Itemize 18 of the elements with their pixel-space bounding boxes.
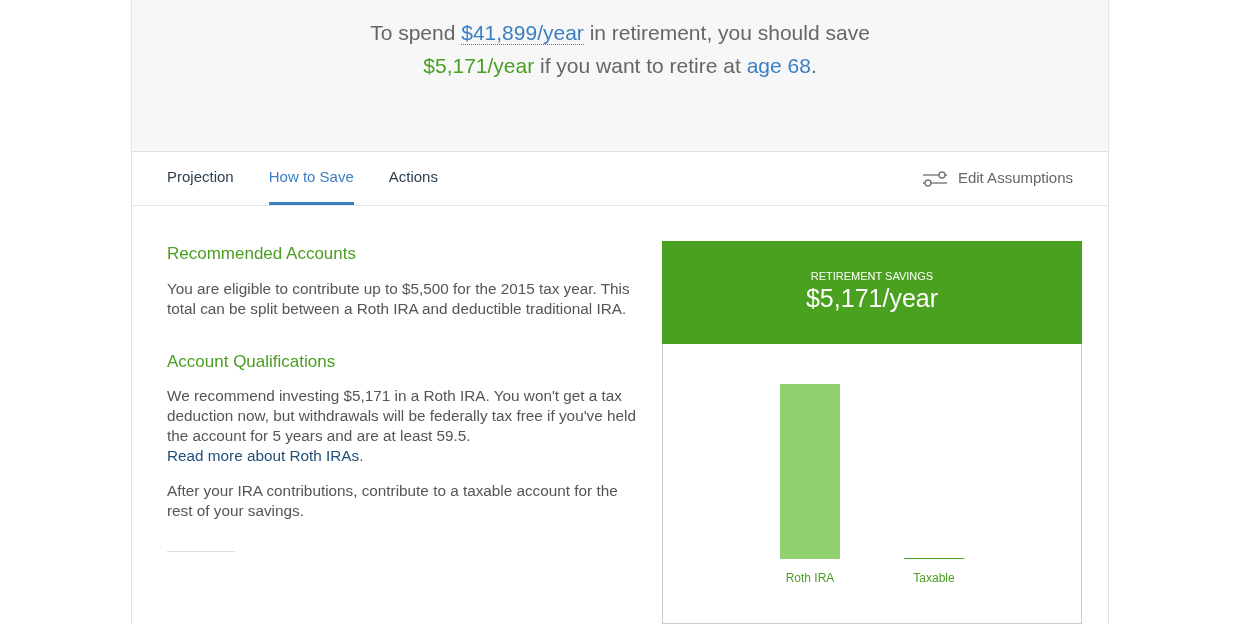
edit-assumptions-button[interactable]: Edit Assumptions xyxy=(921,152,1073,205)
tab[interactable]: Actions xyxy=(388,152,438,205)
body-text: You are eligible to contribute up to $5,500 for the 2015 tax year. This total can be split between a Roth IRA and deductible traditional IRA. xyxy=(167,278,631,319)
text-link[interactable]: age 68 xyxy=(746,54,811,77)
spend-amount-link[interactable]: $41,899/year xyxy=(461,21,584,45)
bar-label: Roth IRA xyxy=(785,570,835,587)
bar-label: Taxable xyxy=(913,570,955,587)
account-baseline xyxy=(904,558,964,559)
section-heading: Account Qualifications xyxy=(167,350,337,373)
body-text: After your IRA contributions, contribute to a taxable account for the rest of your savings. xyxy=(167,481,619,521)
headline: To spend $41,899/year in retirement, you should save $5,171/year if you want to retire at age 68. xyxy=(369,20,871,79)
body-text: We recommend investing $5,171 in a Roth IRA. You won't get a tax deduction now, but withdrawals will be federally tax free if you've held the account for 5 years and are at least 59.5. Read more about Roth IRAs. xyxy=(167,386,637,466)
sliders-icon xyxy=(921,168,948,189)
savings-label: RETIREMENT SAVINGS xyxy=(810,269,934,283)
savings-amount: $5,171/year xyxy=(805,283,938,313)
section-heading: Recommended Accounts xyxy=(167,243,357,265)
tab[interactable]: Projection xyxy=(167,152,234,205)
tab[interactable]: How to Save xyxy=(268,152,354,205)
